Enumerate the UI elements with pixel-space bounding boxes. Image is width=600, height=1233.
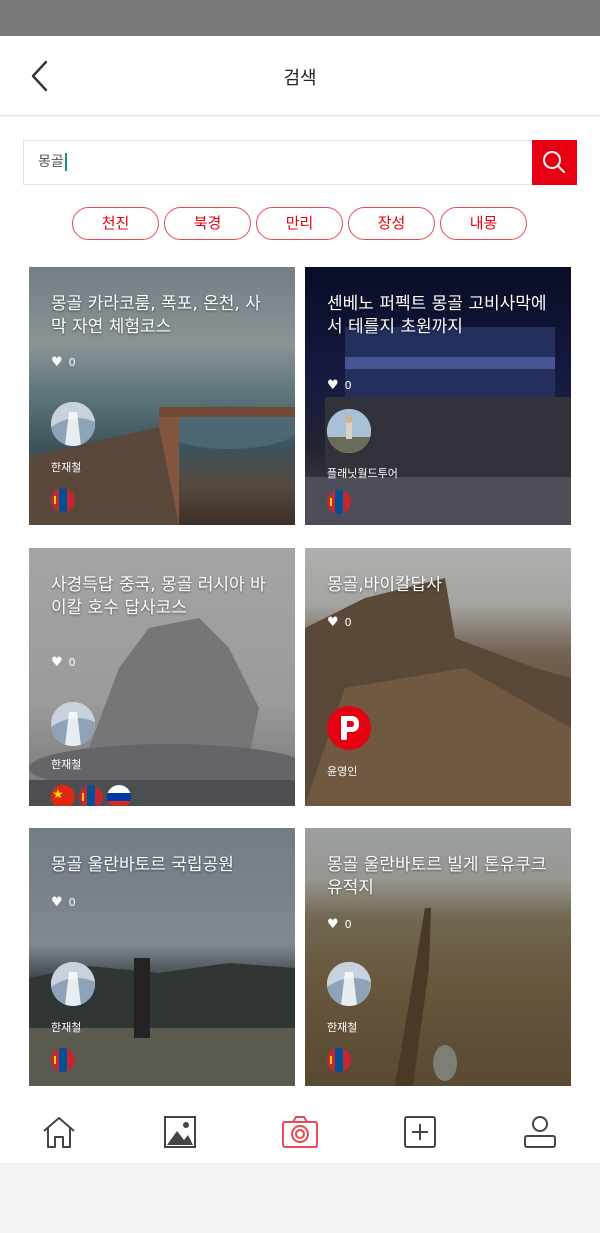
app-root: 검색 몽골 천진 북경 만리 장성 내몽 몽골 카라코룸, 폭포, 온천, 사막… [0, 0, 600, 1233]
chip-keyword[interactable]: 북경 [164, 207, 251, 240]
author-name: 한재철 [327, 1021, 358, 1034]
like-count-value: 0 [344, 616, 352, 629]
search-input-value: 몽골 [38, 154, 64, 170]
tour-card[interactable]: 센베노 퍼펙트 몽골 고비사막에서 테를지 초원까지 ♥ 0 플래닛월드투어 [305, 267, 571, 525]
avatar-image [327, 962, 371, 1006]
tour-card[interactable]: 사경득답 중국, 몽골 러시아 바이칼 호수 답사코스 ♥ 0 한재철 [29, 548, 295, 806]
card-title: 몽골 카라코룸, 폭포, 온천, 사막 자연 체험코스 [51, 294, 261, 337]
avatar [51, 402, 95, 446]
camera-icon[interactable] [280, 1112, 320, 1152]
heart-icon: ♥ [327, 378, 339, 393]
status-bar [0, 0, 600, 36]
bottom-navigation [0, 1100, 600, 1163]
search-input[interactable]: 몽골 [38, 141, 67, 184]
avatar [51, 702, 95, 746]
flag-mongolia-icon [51, 1048, 75, 1072]
home-icon[interactable] [39, 1112, 79, 1152]
author-name: 한재철 [51, 461, 82, 474]
card-title: 사경득답 중국, 몽골 러시아 바이칼 호수 답사코스 [51, 575, 266, 618]
like-count-value: 0 [68, 356, 76, 369]
like-count-value: 0 [344, 918, 352, 931]
page-title: 검색 [283, 68, 317, 89]
tour-card[interactable]: 몽골 울란바토르 빌게 톤유쿠크 유적지 ♥ 0 한재철 [305, 828, 571, 1086]
gallery-icon[interactable] [160, 1112, 200, 1152]
user-icon[interactable] [520, 1112, 560, 1152]
like-count-value: 0 [344, 379, 352, 392]
chip-keyword[interactable]: 내몽 [440, 207, 527, 240]
card-title: 몽골,바이칼답사 [327, 575, 442, 595]
avatar [51, 962, 95, 1006]
like-count-value: 0 [68, 896, 76, 909]
card-title: 몽골 울란바토르 빌게 톤유쿠크 유적지 [327, 855, 547, 898]
avatar [327, 409, 371, 453]
flag-china-icon [51, 785, 75, 806]
like-count: ♥ 0 [51, 896, 76, 910]
chip-keyword[interactable]: 천진 [72, 207, 159, 240]
flag-mongolia-icon [51, 488, 75, 512]
chip-keyword[interactable]: 장성 [348, 207, 435, 240]
like-count: ♥ 0 [51, 656, 76, 670]
author-name: 한재철 [51, 758, 82, 771]
keyword-chips: 천진 북경 만리 장성 내몽 [72, 207, 532, 241]
heart-icon: ♥ [327, 917, 339, 932]
avatar-logo-icon [341, 716, 359, 740]
search-icon [543, 151, 565, 173]
like-count: ♥ 0 [327, 918, 352, 932]
avatar-image [51, 702, 95, 746]
flag-russia-icon [107, 785, 131, 806]
heart-icon: ♥ [51, 355, 63, 370]
system-nav-area [0, 1163, 600, 1233]
heart-icon: ♥ [327, 615, 339, 630]
flag-mongolia-icon [327, 490, 351, 514]
like-count: ♥ 0 [327, 616, 352, 630]
main-content: 몽골 천진 북경 만리 장성 내몽 몽골 카라코룸, 폭포, 온천, 사막 자연… [0, 117, 600, 1100]
author-name: 윤영인 [327, 765, 358, 778]
like-count: ♥ 0 [51, 356, 76, 370]
header: 검색 [0, 36, 600, 116]
text-caret [64, 153, 67, 171]
like-count: ♥ 0 [327, 379, 352, 393]
tour-card[interactable]: 몽골,바이칼답사 ♥ 0 윤영인 [305, 548, 571, 806]
card-title: 센베노 퍼펙트 몽골 고비사막에서 테를지 초원까지 [327, 294, 547, 337]
heart-icon: ♥ [51, 895, 63, 910]
avatar [327, 706, 371, 750]
heart-icon: ♥ [51, 655, 63, 670]
search-button[interactable] [532, 140, 577, 185]
chip-keyword[interactable]: 만리 [256, 207, 343, 240]
like-count-value: 0 [68, 656, 76, 669]
avatar-image [327, 409, 371, 453]
author-name: 플래닛월드투어 [327, 467, 398, 480]
avatar [327, 962, 371, 1006]
flag-mongolia-icon [79, 785, 103, 806]
card-title: 몽골 울란바토르 국립공원 [51, 855, 234, 875]
avatar-image [51, 402, 95, 446]
flag-mongolia-icon [327, 1048, 351, 1072]
tour-card[interactable]: 몽골 울란바토르 국립공원 ♥ 0 한재철 [29, 828, 295, 1086]
add-icon[interactable] [400, 1112, 440, 1152]
author-name: 한재철 [51, 1021, 82, 1034]
tour-card[interactable]: 몽골 카라코룸, 폭포, 온천, 사막 자연 체험코스 ♥ 0 한재철 [29, 267, 295, 525]
avatar-image [51, 962, 95, 1006]
search-bar: 몽골 [23, 140, 577, 185]
